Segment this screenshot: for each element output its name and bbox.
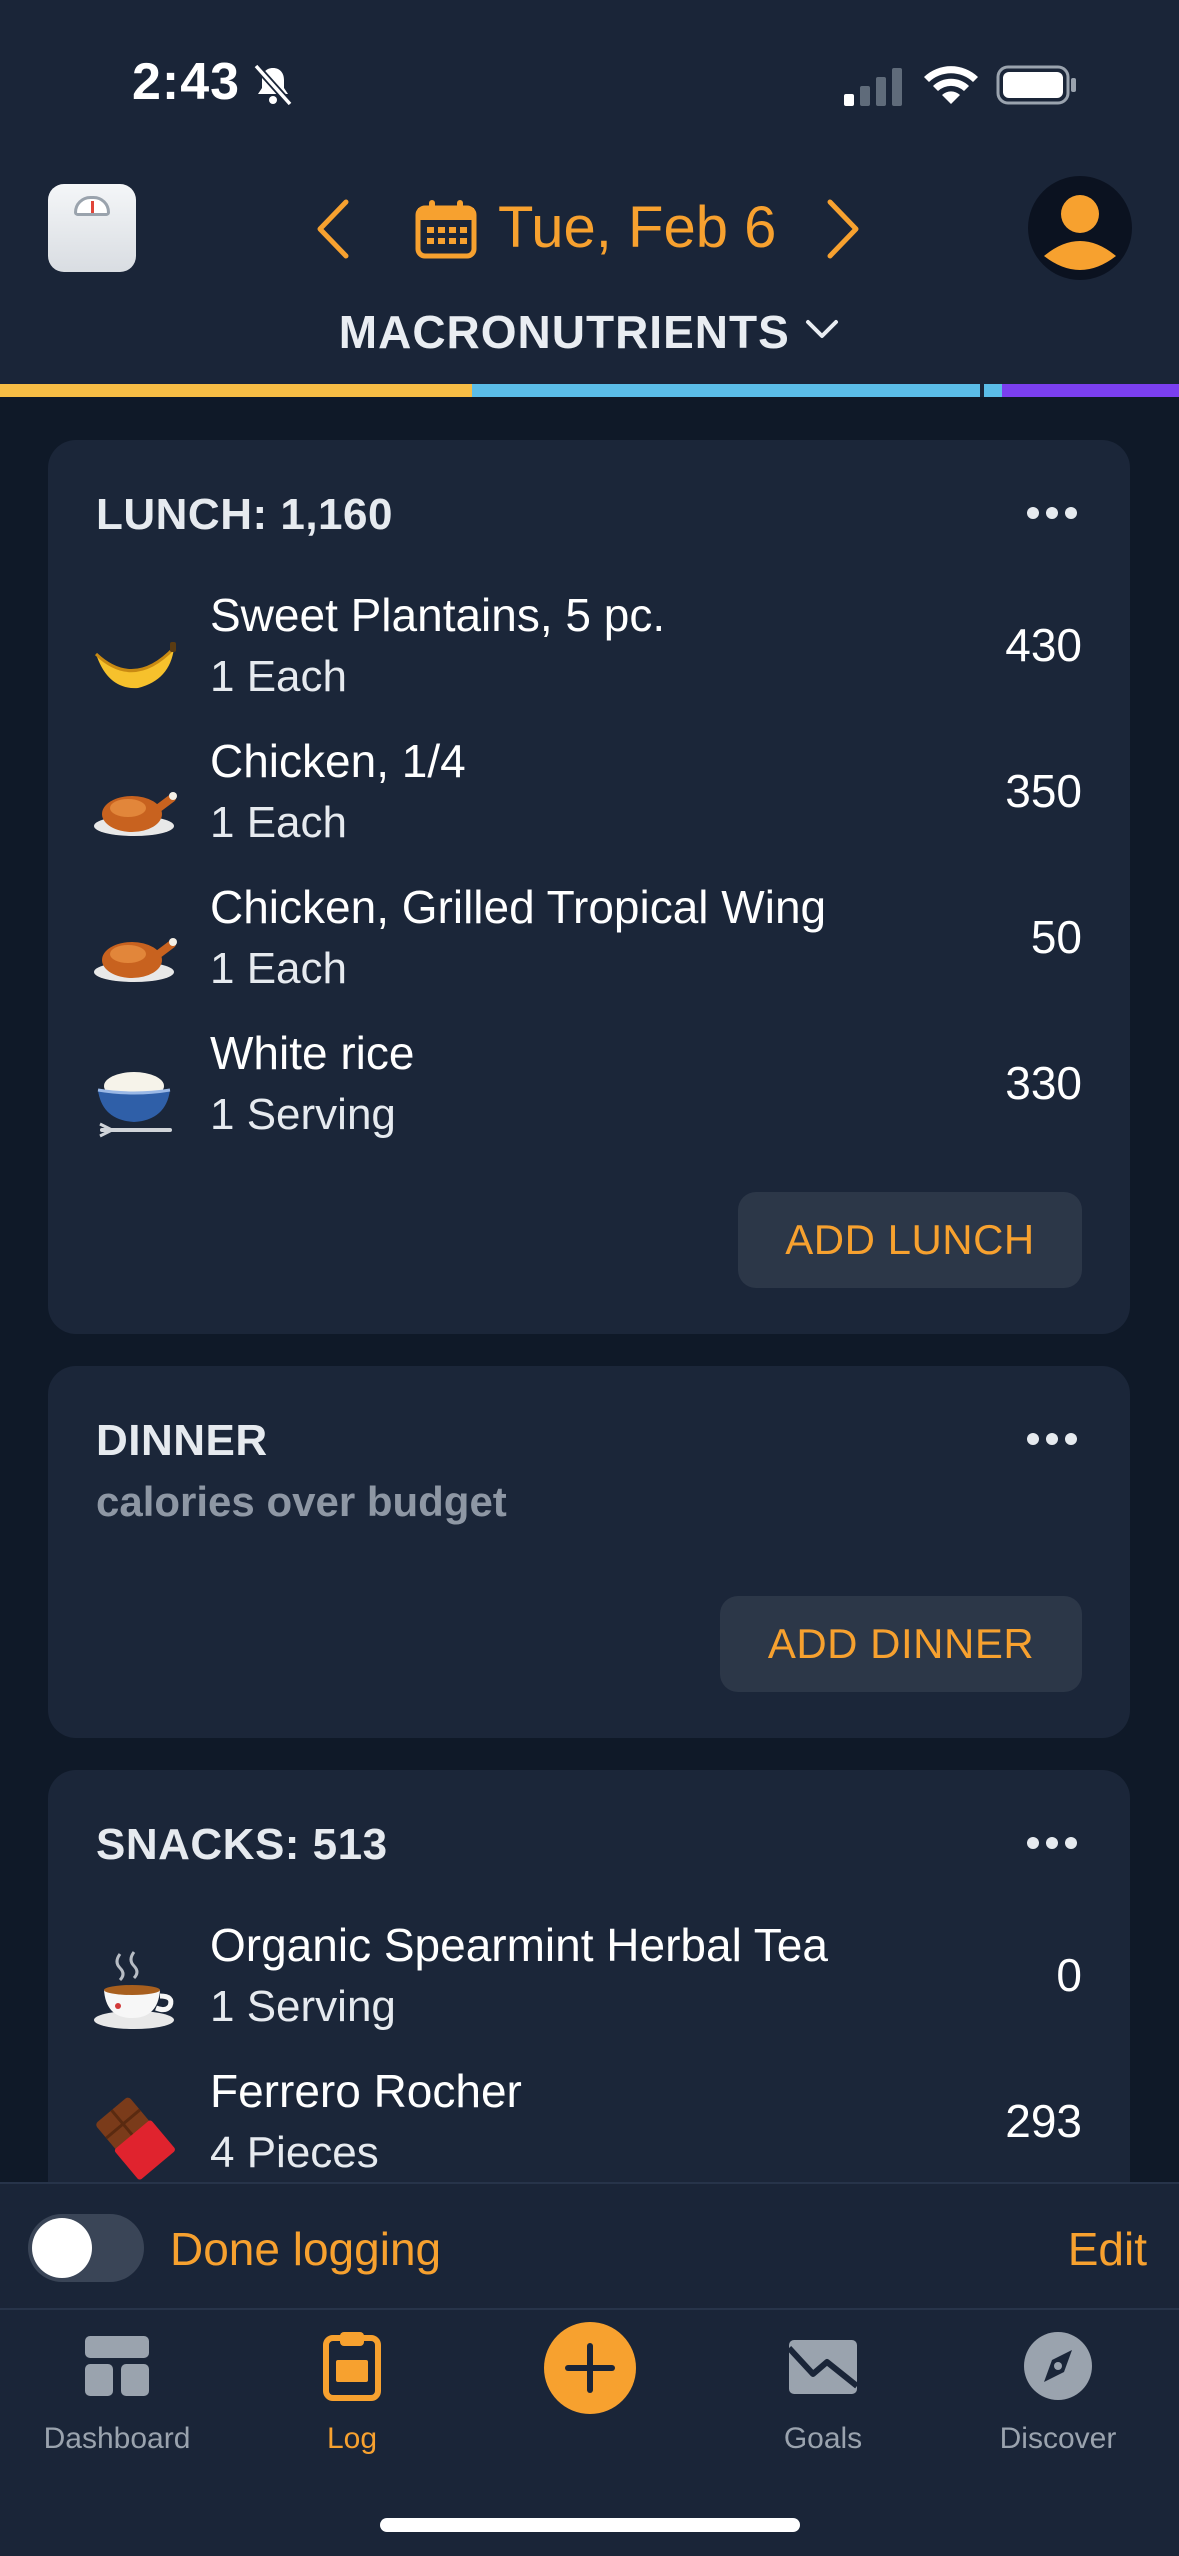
dinner-card: DINNER calories over budget ADD DINNER (48, 1366, 1130, 1738)
compass-icon (1024, 2332, 1092, 2400)
view-selector-label: MACRONUTRIENTS (338, 306, 790, 358)
done-logging-label[interactable]: Done logging (170, 2222, 441, 2276)
food-name: White rice (210, 1027, 415, 1079)
tab-label: Goals (783, 2422, 863, 2455)
food-serving: 1 Each (210, 944, 347, 993)
app-root: 2:43 Tue, Feb 6 MACRONUTRIENTS LUNCH: 1,… (0, 0, 1179, 2556)
food-calories: 293 (1005, 2095, 1082, 2147)
edit-button[interactable]: Edit (1068, 2222, 1147, 2276)
battery-icon (996, 65, 1076, 105)
food-calories: 50 (1030, 911, 1082, 963)
food-item[interactable]: White rice 1 Serving 330 (48, 1026, 1130, 1172)
tab-discover[interactable]: Discover (958, 2310, 1158, 2470)
food-calories: 430 (1005, 619, 1082, 671)
toggle-knob (32, 2218, 92, 2278)
view-selector[interactable]: MACRONUTRIENTS (0, 305, 1179, 359)
banana-icon (94, 642, 176, 689)
lunch-title: LUNCH: 1,160 (96, 490, 393, 539)
tab-log[interactable]: Log (252, 2310, 452, 2470)
chevron-left-icon[interactable] (310, 196, 356, 262)
food-serving: 1 Serving (210, 1982, 396, 2031)
tab-dashboard[interactable]: Dashboard (17, 2310, 217, 2470)
food-calories: 0 (1056, 1949, 1082, 2001)
food-calories: 350 (1005, 765, 1082, 817)
rice-bowl-icon (97, 1072, 172, 1138)
more-options-icon[interactable] (1026, 1836, 1078, 1850)
more-options-icon[interactable] (1026, 506, 1078, 520)
roast-chicken-icon (94, 792, 177, 836)
done-logging-toggle[interactable] (28, 2214, 144, 2282)
lunch-card: LUNCH: 1,160 Sweet Plantains, 5 pc. 1 Ea… (48, 440, 1130, 1334)
food-serving: 1 Each (210, 798, 347, 847)
avatar-icon[interactable] (1028, 176, 1132, 280)
tab-label: Dashboard (43, 2422, 191, 2455)
scale-icon[interactable] (48, 184, 136, 272)
dashboard-icon (85, 2336, 149, 2396)
tab-label: Discover (999, 2422, 1117, 2455)
food-item[interactable]: Chicken, Grilled Tropical Wing 1 Each 50 (48, 880, 1130, 1026)
food-name: Chicken, 1/4 (210, 735, 466, 787)
date-navigator: Tue, Feb 6 (310, 180, 870, 280)
snacks-title: SNACKS: 513 (96, 1820, 388, 1869)
signal-icon (844, 68, 902, 106)
chevron-down-icon (806, 320, 839, 338)
food-serving: 4 Pieces (210, 2128, 379, 2177)
dinner-title: DINNER (96, 1416, 268, 1465)
bell-muted-icon (253, 63, 293, 107)
tea-cup-icon (94, 1951, 174, 2029)
goals-icon (787, 2340, 859, 2394)
food-name: Ferrero Rocher (210, 2065, 522, 2117)
add-dinner-button[interactable]: ADD DINNER (720, 1596, 1082, 1692)
done-logging-bar: Done logging Edit (0, 2182, 1179, 2308)
food-item[interactable]: Organic Spearmint Herbal Tea 1 Serving 0 (48, 1918, 1130, 2064)
status-time: 2:43 (132, 53, 241, 111)
header: 2:43 Tue, Feb 6 MACRONUTRIENTS (0, 0, 1179, 384)
home-indicator (380, 2518, 800, 2532)
food-name: Organic Spearmint Herbal Tea (210, 1919, 828, 1971)
tab-goals[interactable]: Goals (723, 2310, 923, 2470)
add-lunch-button[interactable]: ADD LUNCH (738, 1192, 1082, 1288)
food-item[interactable]: Sweet Plantains, 5 pc. 1 Each 430 (48, 588, 1130, 734)
macro-bar-carbs (0, 384, 472, 397)
macro-bar-protein (1002, 384, 1179, 397)
roast-chicken-icon (94, 938, 177, 982)
food-calories: 330 (1005, 1057, 1082, 1109)
plus-icon (565, 2343, 615, 2393)
food-serving: 1 Each (210, 652, 347, 701)
current-date[interactable]: Tue, Feb 6 (498, 194, 776, 261)
more-options-icon[interactable] (1026, 1432, 1078, 1446)
macro-bar-fat-2 (984, 384, 1002, 397)
macro-bar-fat (472, 384, 980, 397)
food-item[interactable]: Chicken, 1/4 1 Each 350 (48, 734, 1130, 880)
wifi-icon (924, 66, 978, 104)
calendar-icon[interactable] (414, 198, 478, 260)
chocolate-bar-icon (96, 2097, 175, 2180)
food-name: Sweet Plantains, 5 pc. (210, 589, 666, 641)
tab-label: Log (326, 2422, 378, 2455)
dinner-subtitle: calories over budget (96, 1478, 507, 1525)
add-food-button[interactable] (544, 2322, 636, 2414)
chevron-right-icon[interactable] (820, 196, 866, 262)
food-serving: 1 Serving (210, 1090, 396, 1139)
clipboard-icon (323, 2332, 381, 2401)
food-name: Chicken, Grilled Tropical Wing (210, 881, 827, 933)
